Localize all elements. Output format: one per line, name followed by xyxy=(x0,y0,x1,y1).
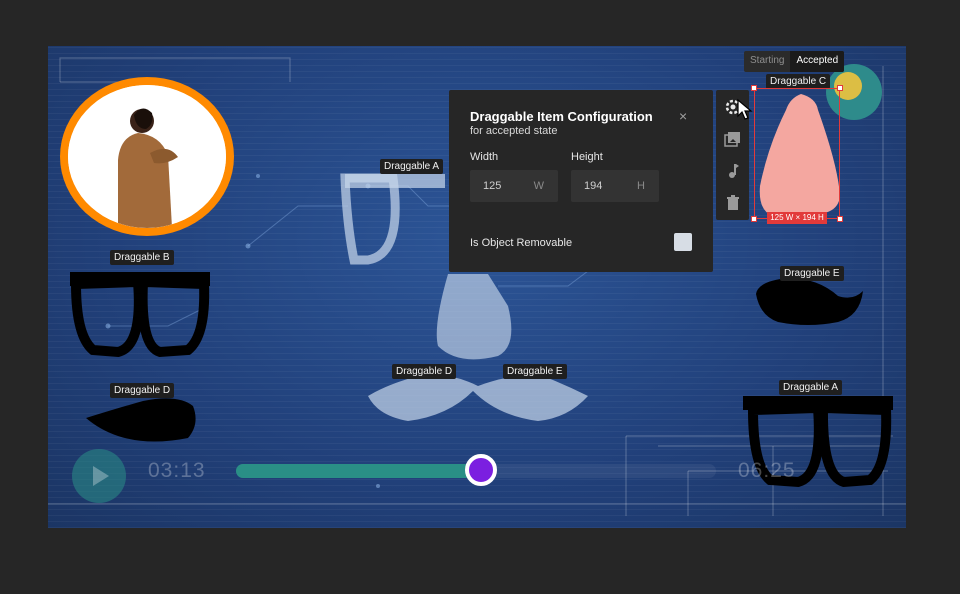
cursor-pointer-icon xyxy=(737,98,753,120)
height-unit: H xyxy=(637,180,645,192)
image-icon[interactable] xyxy=(723,129,743,149)
width-unit: W xyxy=(533,180,544,192)
trash-icon[interactable] xyxy=(723,193,743,213)
removable-checkbox[interactable] xyxy=(674,233,692,251)
draggable-d-center-label: Draggable D xyxy=(392,364,457,379)
draggable-a-right-label: Draggable A xyxy=(779,380,843,395)
width-label: Width xyxy=(470,151,499,163)
resize-handle-tr[interactable] xyxy=(837,85,843,91)
width-value: 125 xyxy=(483,180,502,192)
state-toggle[interactable]: Starting Accepted xyxy=(744,51,845,72)
play-button[interactable] xyxy=(72,449,126,503)
draggable-d-label: Draggable D xyxy=(110,383,175,398)
draggable-a-label: Draggable A xyxy=(380,159,444,174)
state-starting-tab[interactable]: Starting xyxy=(744,51,790,72)
draggable-e-right-label: Draggable E xyxy=(780,266,844,281)
resize-handle-tl[interactable] xyxy=(751,85,757,91)
dimension-badge: 125 W × 194 H xyxy=(767,212,827,224)
presenter-video xyxy=(68,85,226,228)
draggable-config-panel: Draggable Item Configuration for accepte… xyxy=(449,90,713,272)
panel-subtitle: for accepted state xyxy=(470,125,558,137)
state-accepted-tab[interactable]: Accepted xyxy=(790,51,845,72)
height-label: Height xyxy=(571,151,603,163)
music-icon[interactable] xyxy=(723,161,743,181)
height-value: 194 xyxy=(584,180,603,192)
total-time: 06:25 xyxy=(738,459,796,482)
resize-handle-bl[interactable] xyxy=(751,216,757,222)
close-icon[interactable]: × xyxy=(679,108,687,124)
panel-title: Draggable Item Configuration xyxy=(470,109,653,124)
draggable-b-label: Draggable B xyxy=(110,250,174,265)
progress-fill xyxy=(236,464,481,478)
draggable-c-label: Draggable C xyxy=(766,74,831,89)
resize-handle-br[interactable] xyxy=(837,216,843,222)
height-field[interactable]: 194 H xyxy=(571,170,659,202)
current-time: 03:13 xyxy=(148,459,206,482)
selected-draggable-c[interactable] xyxy=(751,85,843,222)
draggable-e-center-label: Draggable E xyxy=(503,364,567,379)
removable-label: Is Object Removable xyxy=(470,237,573,249)
progress-thumb[interactable] xyxy=(465,454,497,486)
width-field[interactable]: 125 W xyxy=(470,170,558,202)
avatar-presenter[interactable] xyxy=(60,77,234,236)
